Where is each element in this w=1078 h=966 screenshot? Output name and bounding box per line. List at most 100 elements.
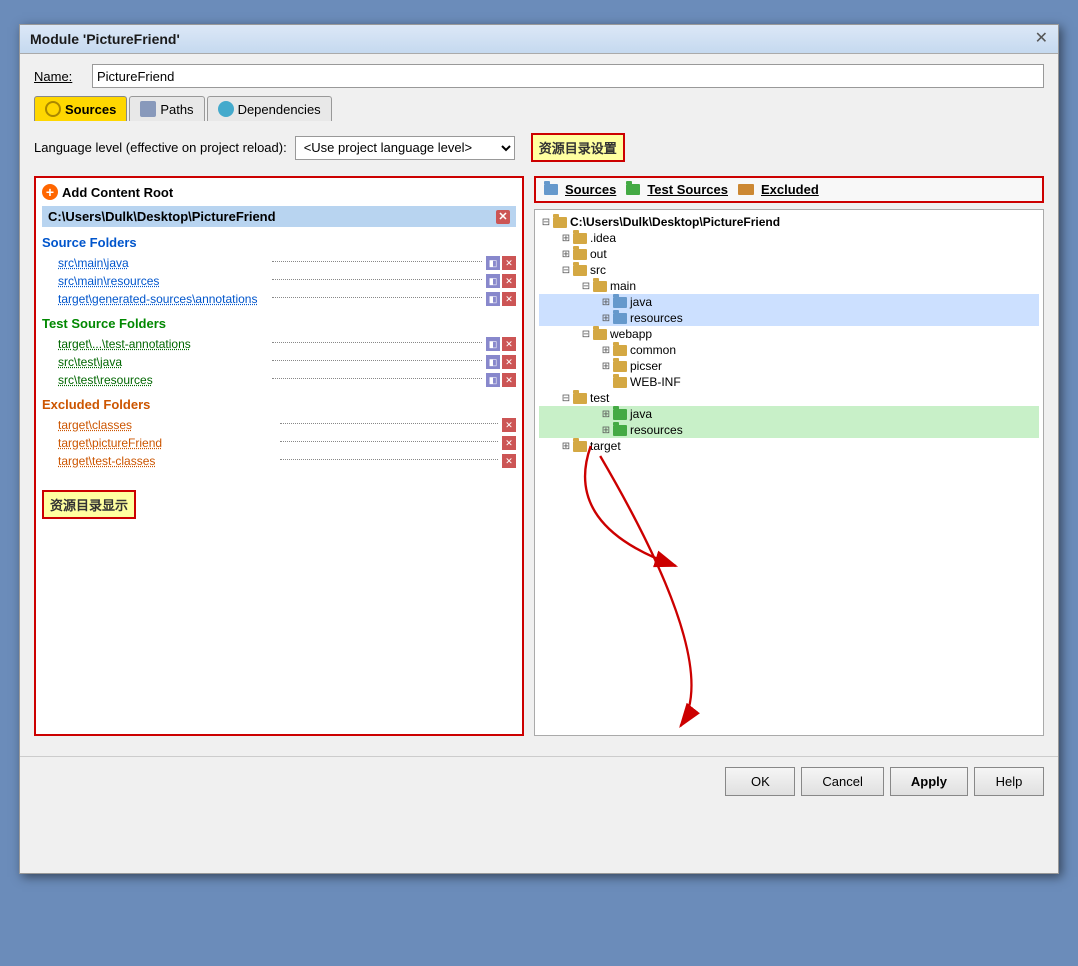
tree-node-out[interactable]: ⊞ out	[539, 246, 1039, 262]
target-folder-icon	[573, 441, 587, 452]
resources-test-folder-icon	[613, 425, 627, 436]
tree-node-common[interactable]: ⊞ common	[539, 342, 1039, 358]
tree-node-main[interactable]: ⊟ main	[539, 278, 1039, 294]
dialog-title: Module 'PictureFriend'	[30, 31, 180, 47]
test-sources-folder-icon	[626, 184, 640, 195]
close-button[interactable]: ✕	[1035, 31, 1048, 47]
tree-node-test[interactable]: ⊟ test	[539, 390, 1039, 406]
tree-node-java-test[interactable]: ⊞ java	[539, 406, 1039, 422]
test-2-remove-icon[interactable]: ✕	[502, 355, 516, 369]
java-test-folder-icon	[613, 409, 627, 420]
cancel-button[interactable]: Cancel	[801, 767, 883, 796]
resources-source-expander: ⊞	[599, 313, 613, 324]
main-content: + Add Content Root C:\Users\Dulk\Desktop…	[34, 176, 1044, 736]
add-icon: +	[42, 184, 58, 200]
source-folder-3: target\generated-sources\annotations ◧ ✕	[42, 290, 516, 308]
excl-2-remove-icon[interactable]: ✕	[502, 436, 516, 450]
test-1-remove-icon[interactable]: ✕	[502, 337, 516, 351]
source-3-remove-icon[interactable]: ✕	[502, 292, 516, 306]
test-folders-title: Test Source Folders	[42, 316, 516, 331]
resources-test-expander: ⊞	[599, 425, 613, 436]
tree-root[interactable]: ⊟ C:\Users\Dulk\Desktop\PictureFriend	[539, 214, 1039, 230]
webinf-label: WEB-INF	[630, 375, 681, 389]
source-tab-sources[interactable]: Sources	[544, 182, 616, 197]
left-panel: + Add Content Root C:\Users\Dulk\Desktop…	[34, 176, 524, 736]
tree-node-target[interactable]: ⊞ target	[539, 438, 1039, 454]
test-3-edit-icon[interactable]: ◧	[486, 373, 500, 387]
sources-tab-icon	[45, 101, 61, 117]
picser-folder-icon	[613, 361, 627, 372]
tree-node-src[interactable]: ⊟ src	[539, 262, 1039, 278]
apply-button[interactable]: Apply	[890, 767, 968, 796]
help-button[interactable]: Help	[974, 767, 1044, 796]
source-3-edit-icon[interactable]: ◧	[486, 292, 500, 306]
source-2-remove-icon[interactable]: ✕	[502, 274, 516, 288]
sources-tab-label: Sources	[65, 102, 116, 117]
java-source-folder-icon	[613, 297, 627, 308]
resources-source-folder-icon	[613, 313, 627, 324]
tab-paths[interactable]: Paths	[129, 96, 204, 121]
test-folder-2: src\test\java ◧ ✕	[42, 353, 516, 371]
root-path-remove[interactable]: ✕	[496, 210, 510, 224]
java-test-expander: ⊞	[599, 409, 613, 420]
java-source-expander: ⊞	[599, 297, 613, 308]
language-row: Language level (effective on project rel…	[34, 129, 1044, 166]
dependencies-tab-label: Dependencies	[238, 102, 321, 117]
tab-dependencies[interactable]: Dependencies	[207, 96, 332, 121]
common-expander: ⊞	[599, 345, 613, 356]
excl-1-remove-icon[interactable]: ✕	[502, 418, 516, 432]
main-label: main	[610, 279, 636, 293]
common-folder-icon	[613, 345, 627, 356]
out-expander: ⊞	[559, 249, 573, 260]
excluded-folder-2: target\pictureFriend ✕	[42, 434, 516, 452]
tabs-row: Sources Paths Dependencies	[34, 96, 1044, 121]
dialog: Module 'PictureFriend' ✕ Name: Sources P…	[19, 24, 1059, 874]
tree-node-resources-test[interactable]: ⊞ resources	[539, 422, 1039, 438]
tree-node-picser[interactable]: ⊞ picser	[539, 358, 1039, 374]
root-expander: ⊟	[539, 217, 553, 228]
source-1-edit-icon[interactable]: ◧	[486, 256, 500, 270]
sources-tab-text: Sources	[565, 182, 616, 197]
test-2-edit-icon[interactable]: ◧	[486, 355, 500, 369]
root-label: C:\Users\Dulk\Desktop\PictureFriend	[570, 215, 780, 229]
language-level-select[interactable]: <Use project language level>	[295, 136, 515, 160]
tab-sources[interactable]: Sources	[34, 96, 127, 121]
source-2-edit-icon[interactable]: ◧	[486, 274, 500, 288]
out-label: out	[590, 247, 607, 261]
language-level-label: Language level (effective on project rel…	[34, 140, 287, 155]
test-sources-tab-text: Test Sources	[647, 182, 728, 197]
right-panel: Sources Test Sources Excluded ⊟	[534, 176, 1044, 736]
add-content-root-button[interactable]: + Add Content Root	[42, 184, 516, 200]
target-expander: ⊞	[559, 441, 573, 452]
webapp-expander: ⊟	[579, 329, 593, 340]
test-folder-3: src\test\resources ◧ ✕	[42, 371, 516, 389]
test-3-remove-icon[interactable]: ✕	[502, 373, 516, 387]
main-expander: ⊟	[579, 281, 593, 292]
common-label: common	[630, 343, 676, 357]
footer: OK Cancel Apply Help	[20, 756, 1058, 806]
tree-node-webinf[interactable]: WEB-INF	[539, 374, 1039, 390]
src-label: src	[590, 263, 606, 277]
name-input[interactable]	[92, 64, 1044, 88]
annotation-right: 资源目录设置	[531, 133, 625, 162]
tree-node-resources-source[interactable]: ⊞ resources	[539, 310, 1039, 326]
tree-panel[interactable]: ⊟ C:\Users\Dulk\Desktop\PictureFriend ⊞ …	[534, 209, 1044, 736]
idea-label: .idea	[590, 231, 616, 245]
resources-test-label: resources	[630, 423, 683, 437]
test-label: test	[590, 391, 609, 405]
test-1-edit-icon[interactable]: ◧	[486, 337, 500, 351]
source-tab-test-sources[interactable]: Test Sources	[626, 182, 728, 197]
java-test-label: java	[630, 407, 652, 421]
source-1-remove-icon[interactable]: ✕	[502, 256, 516, 270]
excluded-folders-title: Excluded Folders	[42, 397, 516, 412]
root-path: C:\Users\Dulk\Desktop\PictureFriend	[48, 209, 276, 224]
idea-folder-icon	[573, 233, 587, 244]
source-tab-excluded[interactable]: Excluded	[738, 182, 819, 197]
excluded-folder-icon	[738, 184, 754, 195]
ok-button[interactable]: OK	[725, 767, 795, 796]
idea-expander: ⊞	[559, 233, 573, 244]
tree-node-webapp[interactable]: ⊟ webapp	[539, 326, 1039, 342]
tree-node-idea[interactable]: ⊞ .idea	[539, 230, 1039, 246]
excl-3-remove-icon[interactable]: ✕	[502, 454, 516, 468]
tree-node-java-source[interactable]: ⊞ java	[539, 294, 1039, 310]
